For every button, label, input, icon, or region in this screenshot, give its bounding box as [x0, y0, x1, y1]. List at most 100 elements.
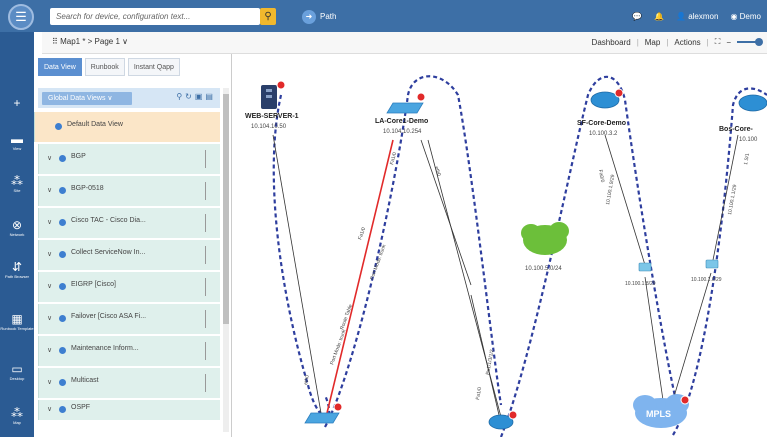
scrollbar-thumb[interactable] [223, 94, 229, 324]
list-item[interactable]: ∨ Maintenance Inform... [38, 336, 220, 366]
rail-label: Site [13, 188, 21, 193]
chevron-down-icon[interactable]: ∨ [47, 154, 52, 162]
actions-button[interactable]: Actions [674, 38, 700, 47]
chevron-down-icon[interactable]: ∨ [47, 314, 52, 322]
red-link [326, 139, 394, 414]
chat-icon[interactable]: 💬 [632, 9, 642, 24]
global-data-views-select[interactable]: Global Data Views ∨ [42, 92, 132, 105]
list-item[interactable]: ∨ Collect ServiceNow In... [38, 240, 220, 270]
list-item-label: BGP-0518 [71, 185, 104, 192]
alert-badge-icon [508, 410, 518, 420]
list-item[interactable]: ∨ EIGRP [Cisco] [38, 272, 220, 302]
bell-icon[interactable]: 🔔 [654, 9, 664, 24]
map-nav[interactable]: ⁂ Map [0, 406, 34, 425]
panel-scrollbar[interactable] [223, 88, 229, 432]
panel-actions[interactable]: ⚲↻▣▤ [176, 92, 216, 101]
view-dot-icon [59, 155, 66, 162]
la-core-node[interactable]: LA-Core1-Demo 10.104.10.254 [375, 92, 428, 135]
alert-badge-icon [416, 92, 426, 102]
view-nav[interactable]: ▬ View [0, 132, 34, 151]
path-button[interactable]: ➜ Path [302, 9, 336, 24]
user-menu[interactable]: 👤 alexmon [676, 9, 718, 24]
bottom-switch-node[interactable] [304, 402, 343, 424]
search-icon[interactable]: ⚲ [260, 8, 276, 25]
zoom-slider[interactable] [737, 38, 763, 47]
view-dot-icon [59, 187, 66, 194]
list-item[interactable]: ∨ Failover [Cisco ASA Fi... [38, 304, 220, 334]
global-data-views-bar: Global Data Views ∨ ⚲↻▣▤ [38, 88, 220, 108]
list-item[interactable]: ∨ Multicast [38, 368, 220, 398]
path-browser-nav[interactable]: ⇵ Path Browser [0, 260, 34, 279]
rail-label: Path Browser [4, 274, 29, 279]
fit-icon[interactable]: ⛶ [715, 37, 721, 47]
node-ip: 10.104.10.254 [383, 129, 422, 135]
chevron-down-icon[interactable]: ∨ [47, 250, 52, 258]
hub-icon [705, 259, 719, 269]
list-item[interactable]: Default Data View [34, 112, 220, 142]
tab-instant-qapp[interactable]: Instant Qapp [127, 58, 180, 76]
tab-runbook[interactable]: Runbook [84, 58, 125, 76]
map-icon: ⁂ [11, 406, 23, 420]
rail-label: View [12, 146, 22, 151]
chevron-down-icon[interactable]: ∨ [47, 186, 52, 194]
divider [205, 182, 206, 200]
menu-icon[interactable]: ☰ [8, 4, 34, 30]
router-icon [738, 94, 767, 112]
hub-node-2[interactable]: 10.100.1.0/29 [691, 259, 722, 283]
site-nav[interactable]: ⁂ Site [0, 174, 34, 193]
alert-badge-icon [680, 395, 690, 405]
path-icon: ➜ [302, 10, 316, 24]
rail-label: Network [9, 232, 25, 237]
chevron-down-icon[interactable]: ∨ [47, 346, 52, 354]
link-label: eth0 [303, 375, 311, 386]
bottom-router-node[interactable] [488, 410, 518, 430]
view-dot-icon [59, 219, 66, 226]
path-label: Path [320, 12, 337, 21]
map-canvas[interactable]: eth0 Port Mode: trunk Route Table Fa1/0 … [233, 55, 767, 437]
bos-core-node[interactable]: Bos-Core- 10.100 [719, 94, 767, 143]
node-ip: 10.100.1.8/29 [625, 281, 656, 287]
map-button[interactable]: Map [645, 38, 661, 47]
search-input[interactable]: Search for device, configuration text... [50, 8, 260, 25]
add-icon[interactable]: + [0, 96, 34, 110]
list-item-label: Collect ServiceNow In... [71, 249, 146, 256]
chevron-down-icon[interactable]: ∨ [47, 378, 52, 386]
tab-data-view[interactable]: Data View [38, 58, 82, 76]
list-item[interactable]: ∨ Cisco TAC - Cisco Dia... [38, 208, 220, 238]
zoom-out-icon[interactable]: − [726, 38, 731, 47]
hub-icon [638, 262, 652, 272]
chevron-down-icon[interactable]: ∨ [47, 405, 52, 413]
divider [205, 342, 206, 360]
network-nav[interactable]: ⊗ Network [0, 218, 34, 237]
list-item[interactable]: ∨ OSPF [38, 400, 220, 420]
map-toolbar: ⠿ Map1 * > Page 1 ∨ Dashboard | Map | Ac… [42, 32, 767, 54]
chevron-down-icon[interactable]: ∨ [47, 282, 52, 290]
links [272, 134, 739, 418]
view-dot-icon [59, 315, 66, 322]
site-icon: ⁂ [11, 174, 23, 188]
list-item[interactable]: ∨ BGP-0518 [38, 176, 220, 206]
divider [205, 310, 206, 328]
sf-core-node[interactable]: SF-Core-Demo 10.100.3.2 [577, 88, 626, 137]
desktop-nav[interactable]: ▭ Desktop [0, 362, 34, 381]
list-item[interactable]: ∨ BGP [38, 144, 220, 174]
link-label: Route Table [339, 303, 354, 330]
list-item-label: Multicast [71, 377, 99, 384]
view-dot-icon [59, 251, 66, 258]
mpls-cloud-node[interactable]: MPLS [633, 394, 690, 428]
runbook-template-nav[interactable]: ▦ Runbook Template [0, 312, 34, 331]
list-item-label: Maintenance Inform... [71, 345, 139, 352]
node-name: Bos-Core- [719, 126, 754, 133]
web-server-node[interactable]: WEB-SERVER-1 10.104.10.50 [245, 80, 299, 130]
map-tab[interactable]: ⠿ Map1 * > Page 1 ∨ [52, 37, 128, 46]
global-data-views-label: Global Data Views [48, 95, 106, 102]
link-label: Po1/1/3/1/2 [485, 349, 495, 375]
domain-menu[interactable]: ◉ Demo [730, 9, 761, 24]
rail-label: Runbook Template [0, 326, 34, 331]
cloud-node[interactable]: 10.100.5.0/24 [521, 222, 569, 272]
switch-icon [386, 102, 424, 114]
dashboard-button[interactable]: Dashboard [592, 38, 631, 47]
alert-badge-icon [614, 88, 624, 98]
node-ip: 10.100.1.0/29 [691, 277, 722, 283]
chevron-down-icon[interactable]: ∨ [47, 218, 52, 226]
